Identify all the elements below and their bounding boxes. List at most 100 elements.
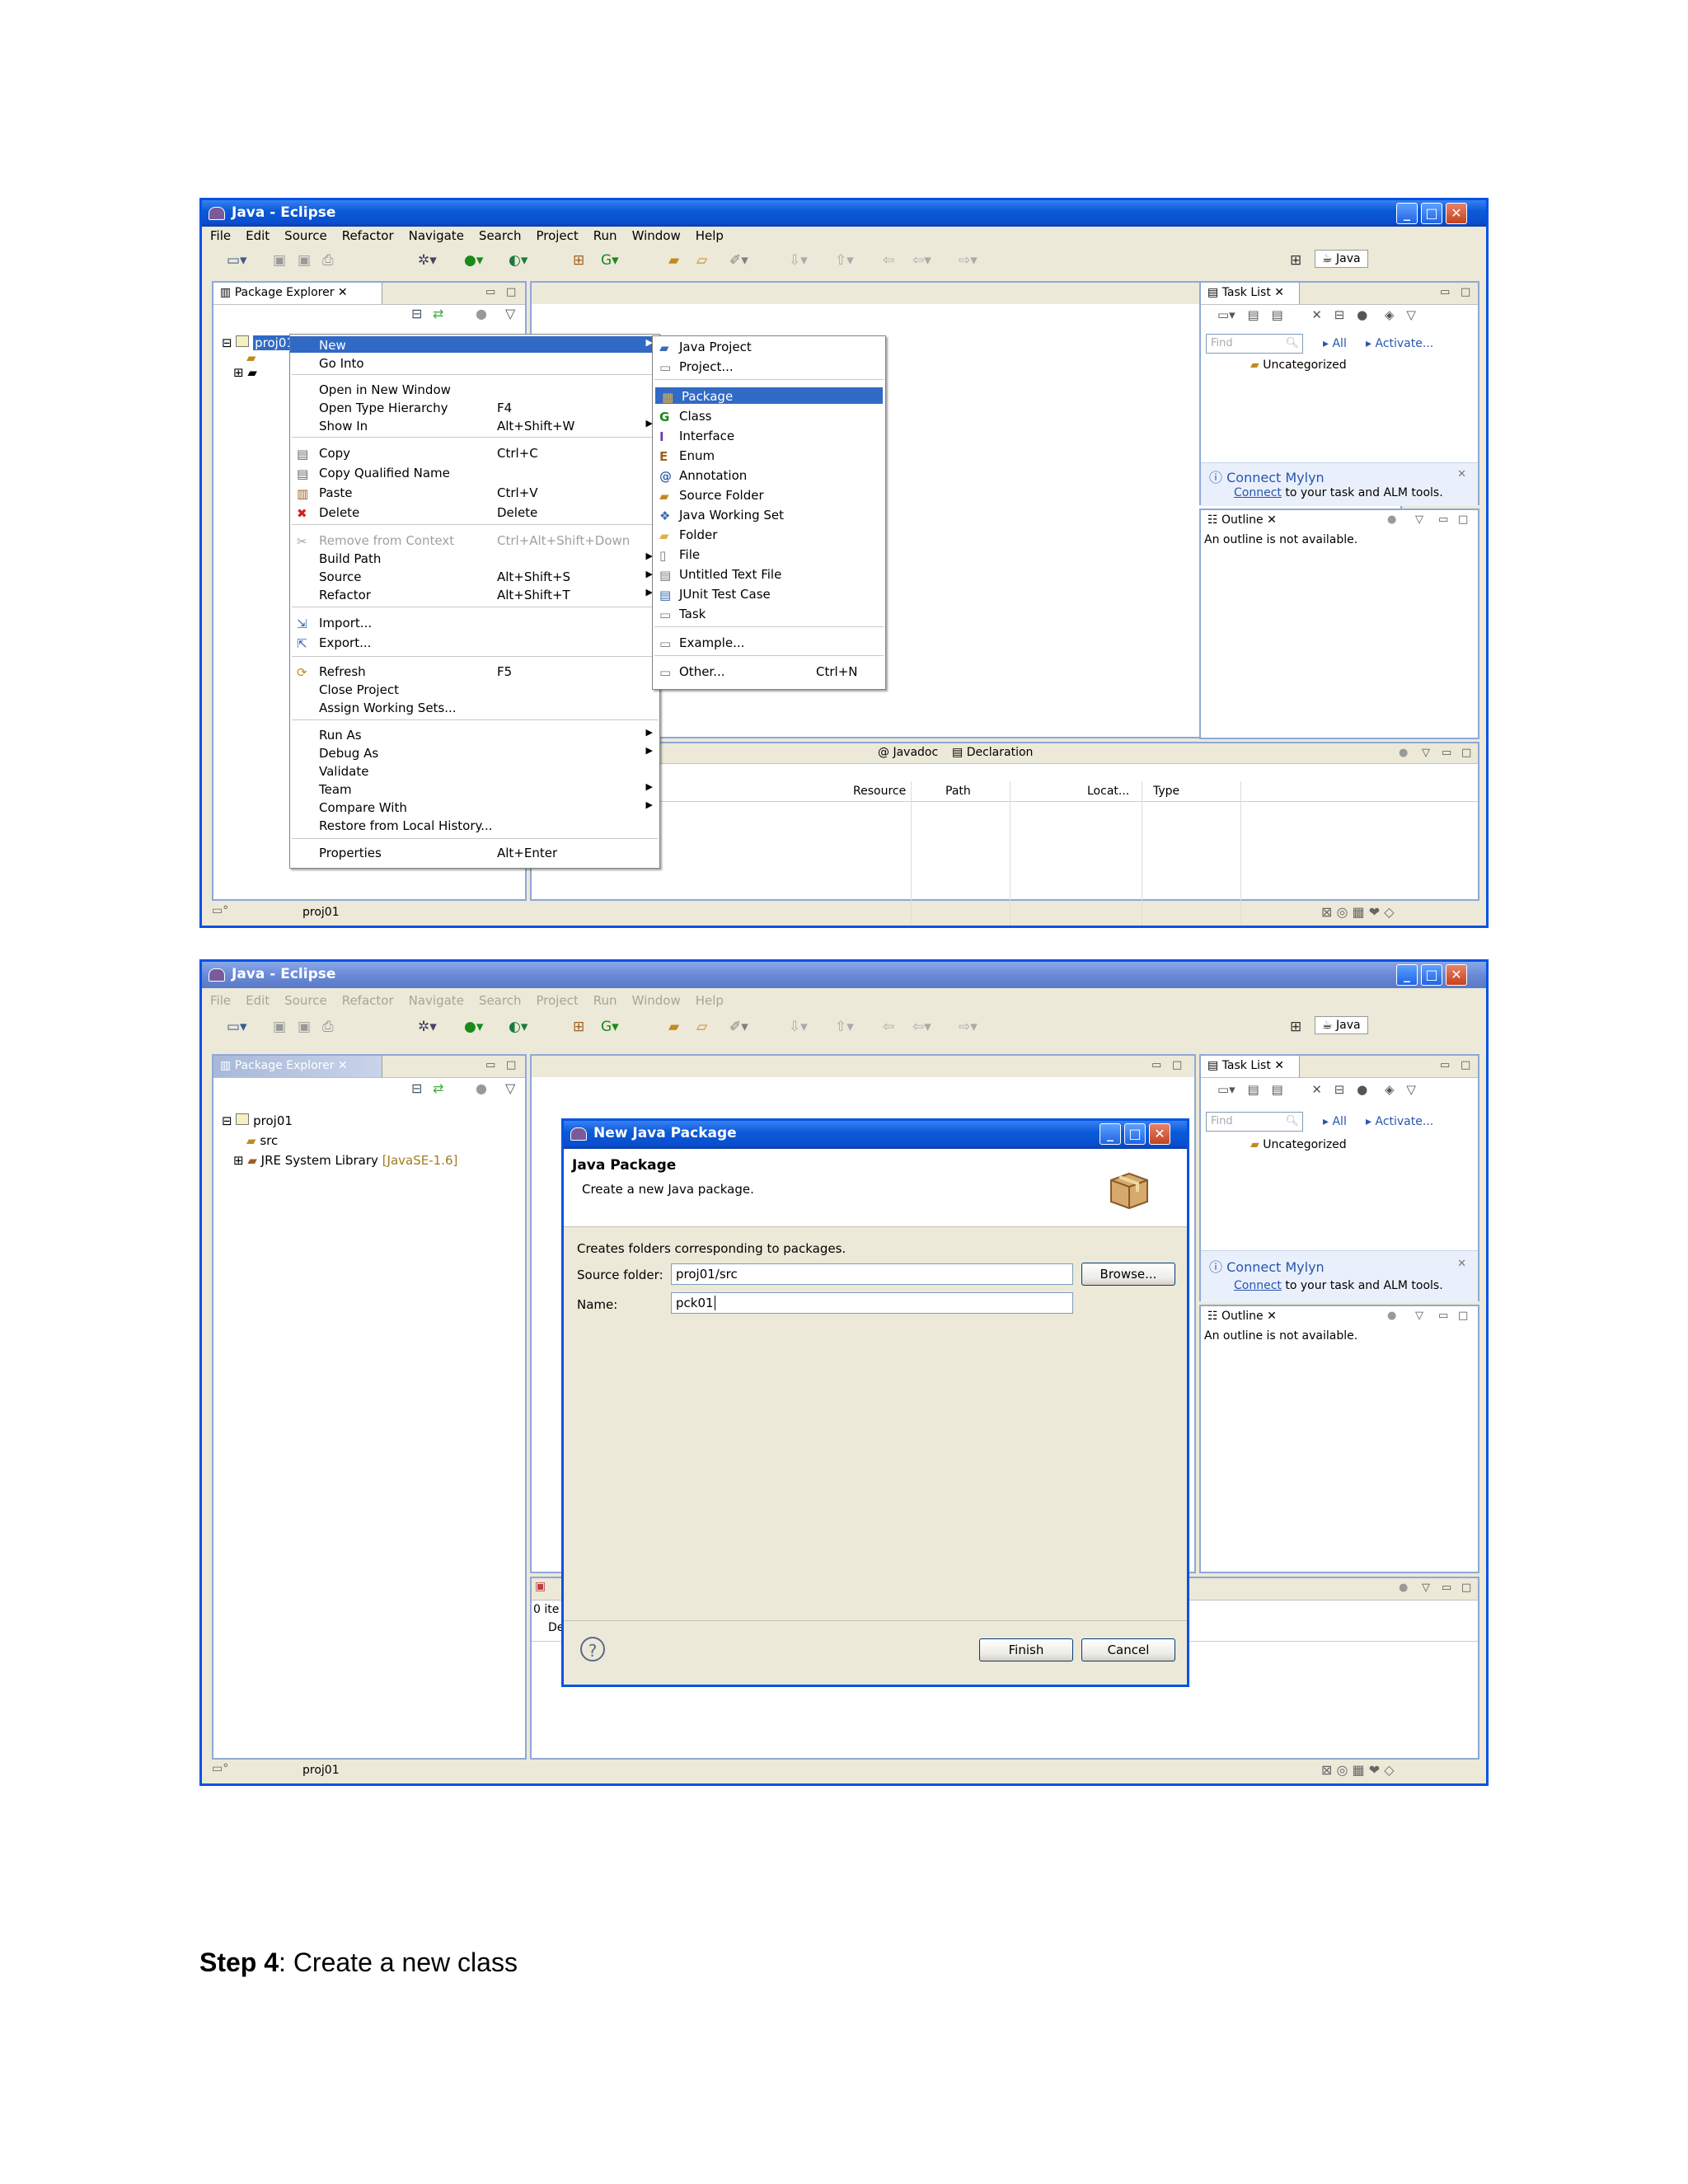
dialog-close-button[interactable]: ✕ (1149, 1123, 1170, 1145)
close-icon[interactable]: ✕ (1457, 1258, 1466, 1270)
menu-item-refactor[interactable]: Refactor Alt+Shift+T ▶ (290, 586, 659, 602)
column-location[interactable]: Locat... (1087, 785, 1129, 798)
editor-minimize-icon[interactable]: ▭ (1151, 1059, 1161, 1071)
new-task-icon[interactable]: ▭▾ (1217, 307, 1236, 322)
column-path[interactable]: Path (945, 785, 971, 798)
tab-task-list[interactable]: ▤ Task List ✕ (1201, 1056, 1300, 1077)
menu-navigate[interactable]: Navigate (401, 991, 471, 1008)
menu-item-import[interactable]: ⇲ Import... (290, 614, 659, 631)
view-menu-icon[interactable]: ▽ (1422, 747, 1430, 759)
menu-item-properties[interactable]: Properties Alt+Enter (290, 844, 659, 860)
submenu-item-java-working-set[interactable]: ❖ Java Working Set (653, 506, 885, 523)
save-all-icon[interactable]: ▣ (298, 252, 311, 269)
editor-maximize-icon[interactable]: □ (1172, 1059, 1182, 1071)
maximize-view-icon[interactable]: □ (506, 1059, 516, 1071)
hide-completed-icon[interactable]: ✕ (1311, 307, 1322, 322)
menu-edit[interactable]: Edit (237, 227, 276, 243)
view-menu-icon[interactable]: ▽ (1415, 1310, 1423, 1322)
close-button[interactable]: ✕ (1446, 203, 1467, 224)
menu-help[interactable]: Help (687, 227, 730, 243)
next-annotation-icon[interactable]: ⇩▾ (789, 1019, 808, 1035)
minimize-button[interactable]: _ (1396, 203, 1418, 224)
dialog-minimize-button[interactable]: _ (1100, 1123, 1121, 1145)
menu-item-close-project[interactable]: Close Project (290, 681, 659, 697)
submenu-item-example[interactable]: ▭ Example... (653, 634, 885, 651)
focus-icon[interactable]: ● (476, 1080, 487, 1096)
external-tools-icon[interactable]: ◐▾ (509, 1019, 528, 1035)
menu-item-build-path[interactable]: Build Path ▶ (290, 550, 659, 566)
menu-file[interactable]: File (202, 227, 237, 243)
menu-item-export[interactable]: ⇱ Export... (290, 634, 659, 651)
tree-row-jre[interactable]: ⊞ ▰ JRE System Library [JavaSE-1.6] (233, 1153, 457, 1168)
submenu-item-annotation[interactable]: @ Annotation (653, 466, 885, 484)
menu-refactor[interactable]: Refactor (334, 991, 401, 1008)
new-wizard-icon[interactable]: ▭▾ (227, 252, 247, 269)
back-icon[interactable]: ⇦▾ (912, 1019, 931, 1035)
help-icon[interactable]: ? (580, 1637, 605, 1661)
submenu-item-file[interactable]: ▯ File (653, 546, 885, 563)
tree-row-src[interactable]: ▰ src (246, 1133, 278, 1148)
submenu-item-junit-test-case[interactable]: ▤ JUnit Test Case (653, 585, 885, 602)
tab-task-list[interactable]: ▤ Task List ✕ (1201, 283, 1300, 304)
connect-link[interactable]: Connect (1234, 1279, 1282, 1292)
menu-search[interactable]: Search (471, 991, 528, 1008)
focus-icon[interactable]: ● (1357, 1082, 1367, 1097)
menu-file[interactable]: File (202, 991, 237, 1008)
collapse-all-icon[interactable]: ⊟ (411, 306, 422, 321)
maximize-view-icon[interactable]: □ (506, 286, 516, 298)
menu-item-open-new-window[interactable]: Open in New Window (290, 381, 659, 397)
collapse-all-icon[interactable]: ⊟ (411, 1080, 422, 1096)
menu-item-assign-working-sets[interactable]: Assign Working Sets... (290, 699, 659, 715)
column-type[interactable]: Type (1153, 785, 1179, 798)
prev-annotation-icon[interactable]: ⇧▾ (835, 1019, 854, 1035)
minimize-view-icon[interactable]: ▭ (1438, 1310, 1448, 1322)
filter-all-link[interactable]: ▸ All (1323, 1115, 1347, 1128)
last-edit-icon[interactable]: ⇦ (883, 252, 894, 269)
menu-edit[interactable]: Edit (237, 991, 276, 1008)
minimize-view-icon[interactable]: ▭ (1438, 513, 1448, 526)
print-icon[interactable]: ⎙ (322, 252, 334, 269)
scheduled-icon[interactable]: ▤ (1271, 1082, 1282, 1097)
submenu-item-class[interactable]: G Class (653, 407, 885, 424)
collapse-all-icon[interactable]: ⊟ (1334, 307, 1345, 322)
submenu-item-folder[interactable]: ▰ Folder (653, 526, 885, 543)
tree-row-proj01[interactable]: ⊟ proj01 (222, 335, 296, 350)
maximize-view-icon[interactable]: □ (1458, 1310, 1468, 1322)
focus-icon[interactable]: ● (1399, 1582, 1408, 1594)
tab-package-explorer[interactable]: ▥ Package Explorer ✕ (213, 1056, 382, 1077)
hide-completed-icon[interactable]: ✕ (1311, 1082, 1322, 1097)
submenu-item-enum[interactable]: E Enum (653, 447, 885, 464)
menu-project[interactable]: Project (528, 991, 584, 1008)
menu-navigate[interactable]: Navigate (401, 227, 471, 243)
source-folder-field[interactable]: proj01/src (671, 1263, 1073, 1285)
task-find-input[interactable]: Find 🔍︎ (1206, 334, 1303, 354)
minimize-view-icon[interactable]: ▭ (1442, 1582, 1451, 1594)
menu-item-remove-from-context[interactable]: ✂ Remove from Context Ctrl+Alt+Shift+Down (290, 532, 659, 549)
maximize-view-icon[interactable]: □ (1461, 747, 1471, 759)
uncategorized-row[interactable]: ▰ Uncategorized (1250, 1138, 1347, 1151)
menu-item-validate[interactable]: Validate (290, 762, 659, 779)
java-perspective-button[interactable]: ☕ Java (1315, 250, 1368, 268)
browse-button[interactable]: Browse... (1081, 1263, 1175, 1286)
activate-link[interactable]: ▸ Activate... (1366, 1115, 1433, 1128)
menu-item-new[interactable]: New ▶ (290, 336, 659, 353)
menu-item-source[interactable]: Source Alt+Shift+S ▶ (290, 568, 659, 584)
submenu-item-interface[interactable]: I Interface (653, 427, 885, 444)
debug-icon[interactable]: ✲▾ (418, 252, 437, 269)
maximize-view-icon[interactable]: □ (1461, 1059, 1470, 1071)
new-wizard-icon[interactable]: ▭▾ (227, 1019, 247, 1035)
menu-item-restore-local-history[interactable]: Restore from Local History... (290, 817, 659, 833)
menu-source[interactable]: Source (276, 227, 334, 243)
tab-javadoc[interactable]: @ Javadoc (878, 746, 938, 759)
collapse-all-icon[interactable]: ⊟ (1334, 1082, 1345, 1097)
open-folder-icon[interactable]: ▱ (696, 1019, 707, 1035)
new-java-project-icon[interactable]: ⊞ (573, 252, 584, 269)
tab-outline[interactable]: ☷ Outline ✕ (1201, 510, 1292, 532)
prev-annotation-icon[interactable]: ⇧▾ (835, 252, 854, 269)
menu-item-team[interactable]: Team ▶ (290, 780, 659, 797)
uncategorized-row[interactable]: ▰ Uncategorized (1250, 359, 1347, 372)
debug-icon[interactable]: ✲▾ (418, 1019, 437, 1035)
new-class-icon[interactable]: G▾ (601, 252, 619, 269)
filter-all-link[interactable]: ▸ All (1323, 337, 1347, 350)
minimize-view-icon[interactable]: ▭ (1442, 747, 1451, 759)
